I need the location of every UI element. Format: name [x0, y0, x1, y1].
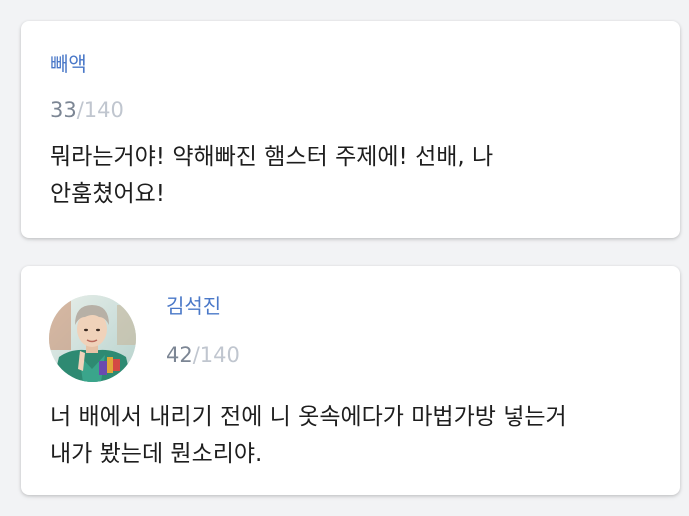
message-card[interactable]: 빼액 33/140 뭐라는거야! 약해빠진 햄스터 주제에! 선배, 나 안훔쳤…	[21, 21, 680, 238]
message-line: 뭐라는거야! 약해빠진 햄스터 주제에! 선배, 나	[50, 144, 494, 170]
message-line: 안훔쳤어요!	[50, 181, 166, 207]
message-text: 뭐라는거야! 약해빠진 햄스터 주제에! 선배, 나 안훔쳤어요!	[50, 139, 493, 213]
char-count-max: /140	[192, 343, 240, 367]
message-text: 너 배에서 내리기 전에 니 옷속에다가 마법가방 넣는거 내가 봤는데 뭔소리…	[50, 399, 567, 473]
author-name[interactable]: 김석진	[166, 296, 221, 316]
char-counter: 42/140	[166, 345, 240, 366]
char-count-max: /140	[76, 98, 124, 122]
avatar[interactable]	[49, 295, 136, 382]
message-card[interactable]: 김석진 42/140 너 배에서 내리기 전에 니 옷속에다가 마법가방 넣는거…	[21, 266, 680, 495]
char-count-current: 42	[166, 343, 193, 367]
author-name[interactable]: 빼액	[50, 54, 87, 74]
avatar-photo	[49, 295, 136, 382]
message-line: 내가 봤는데 뭔소리야.	[50, 441, 263, 467]
char-counter: 33/140	[50, 100, 124, 121]
message-line: 너 배에서 내리기 전에 니 옷속에다가 마법가방 넣는거	[50, 404, 567, 430]
char-count-current: 33	[50, 98, 77, 122]
